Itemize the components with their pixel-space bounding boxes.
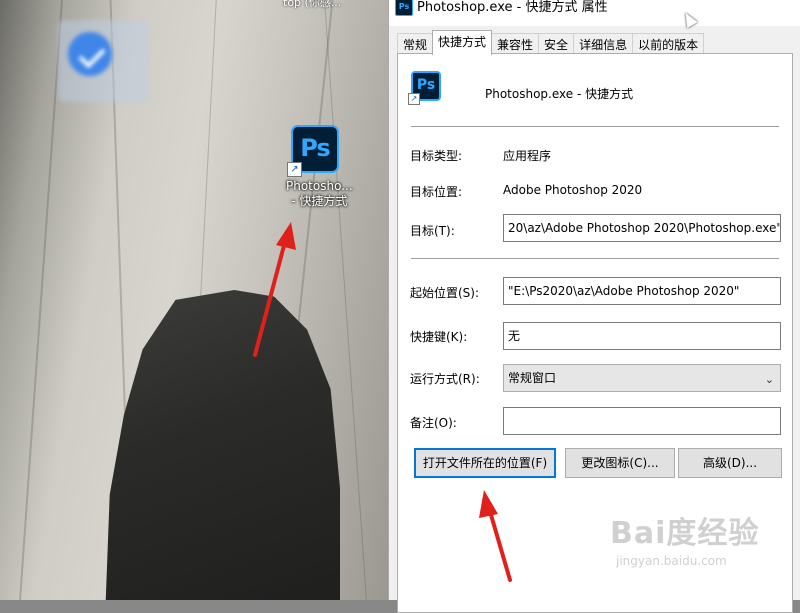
ps-icon-text: Ps xyxy=(300,134,330,162)
chevron-down-icon: ⌄ xyxy=(764,373,774,386)
shortcut-tab-panel: Ps ↗ Photoshop.exe - 快捷方式 目标类型: 应用程序 目标位… xyxy=(397,53,793,613)
advanced-button[interactable]: 高级(D)... xyxy=(678,448,782,478)
start-in-label: 起始位置(S): xyxy=(410,286,480,300)
separator xyxy=(411,126,779,127)
tab-general[interactable]: 常规 xyxy=(397,33,434,54)
hotkey-label: 快捷键(K): xyxy=(410,330,468,344)
shortcut-label-line1: Photosho... xyxy=(286,179,353,193)
comment-input[interactable] xyxy=(503,407,781,435)
desktop-top-label: top (你感... xyxy=(283,0,342,9)
run-label: 运行方式(R): xyxy=(410,372,480,386)
start-in-input[interactable]: "E:\Ps2020\az\Adobe Photoshop 2020" xyxy=(503,277,781,305)
desktop-wallpaper: top (你感... Ps ↗ Photosho... - 快捷方式 xyxy=(0,0,388,600)
open-file-location-button[interactable]: 打开文件所在的位置(F) xyxy=(414,448,556,478)
target-label: 目标(T): xyxy=(410,224,455,238)
target-input[interactable]: 20\az\Adobe Photoshop 2020\Photoshop.exe… xyxy=(503,214,781,242)
change-icon-button[interactable]: 更改图标(C)... xyxy=(565,448,675,478)
photoshop-large-icon: Ps ↗ xyxy=(408,71,441,105)
dialog-titlebar[interactable]: Ps Photoshop.exe - 快捷方式 属性 xyxy=(389,0,800,29)
run-select-value: 常规窗口 xyxy=(508,371,557,385)
mouse-cursor-icon xyxy=(680,9,698,29)
tab-shortcut[interactable]: 快捷方式 xyxy=(432,30,493,55)
target-type-label: 目标类型: xyxy=(410,149,463,163)
properties-dialog: Ps Photoshop.exe - 快捷方式 属性 常规 快捷方式 兼容性 安… xyxy=(388,0,800,613)
run-select[interactable]: 常规窗口 ⌄ xyxy=(503,364,781,392)
check-app-icon xyxy=(68,32,112,76)
photoshop-icon: Ps ↗ xyxy=(287,125,339,177)
ps-large-icon-text: Ps xyxy=(416,77,436,93)
tab-details[interactable]: 详细信息 xyxy=(573,33,634,54)
shortcut-label-line2: - 快捷方式 xyxy=(291,194,348,208)
photoshop-title-icon: Ps xyxy=(395,0,413,16)
target-type-value: 应用程序 xyxy=(503,149,552,163)
shortcut-name: Photoshop.exe - 快捷方式 xyxy=(485,87,634,101)
dark-rock-formation xyxy=(105,290,340,600)
tab-bar: 常规 快捷方式 兼容性 安全 详细信息 以前的版本 xyxy=(397,30,705,55)
tab-previous-versions[interactable]: 以前的版本 xyxy=(632,33,705,54)
separator xyxy=(411,258,779,259)
blurred-desktop-icon[interactable] xyxy=(58,20,148,102)
photoshop-desktop-shortcut[interactable]: Ps ↗ Photosho... - 快捷方式 xyxy=(274,125,356,208)
shortcut-label: Photosho... - 快捷方式 xyxy=(286,179,353,209)
hotkey-input[interactable]: 无 xyxy=(503,322,781,350)
target-location-label: 目标位置: xyxy=(410,185,463,199)
tab-security[interactable]: 安全 xyxy=(538,33,575,54)
target-location-value: Adobe Photoshop 2020 xyxy=(503,183,643,197)
shortcut-arrow-icon: ↗ xyxy=(408,93,420,105)
shortcut-arrow-icon: ↗ xyxy=(287,162,302,177)
dialog-title: Photoshop.exe - 快捷方式 属性 xyxy=(417,0,608,15)
comment-label: 备注(O): xyxy=(410,416,457,430)
tab-compatibility[interactable]: 兼容性 xyxy=(491,33,540,54)
